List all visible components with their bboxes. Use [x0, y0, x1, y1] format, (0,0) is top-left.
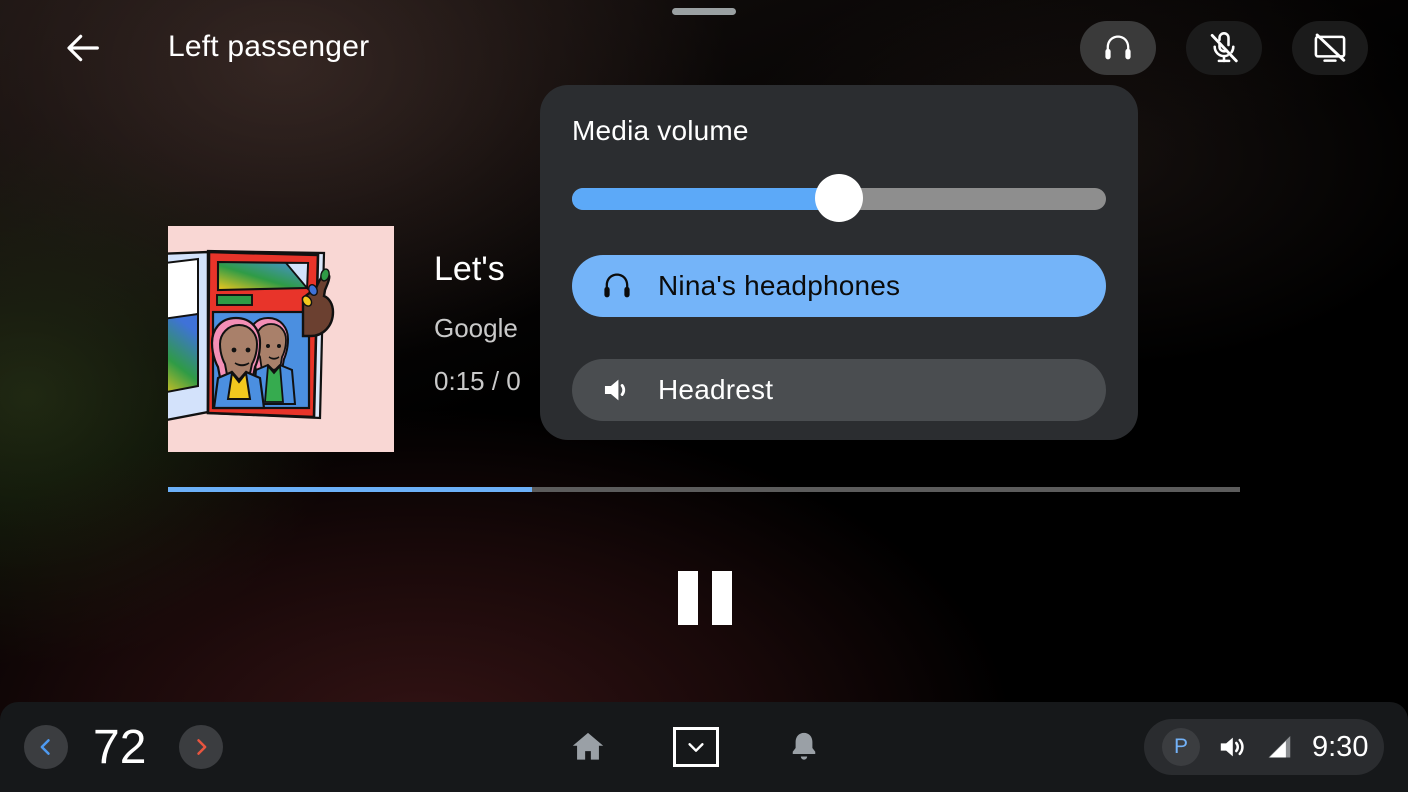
nav-notifications-button[interactable]: [781, 724, 827, 770]
screen-off-icon: [1312, 30, 1348, 66]
pause-icon-bar-left: [678, 571, 698, 625]
device-option-headrest[interactable]: Headrest: [572, 359, 1106, 421]
album-art: [168, 226, 394, 452]
pause-icon-bar-right: [712, 571, 732, 625]
media-progress-fill: [168, 487, 533, 492]
headphones-toggle-button[interactable]: [1080, 21, 1156, 75]
top-bar: Left passenger: [0, 0, 1408, 96]
track-time: 0:15 / 0: [434, 365, 521, 396]
media-volume-slider[interactable]: [572, 174, 1106, 222]
mic-off-icon: [1206, 30, 1242, 66]
arrow-left-icon: [64, 28, 104, 68]
album-art-illustration: [168, 226, 394, 452]
media-info: Let's Google 0:15 / 0: [434, 248, 554, 397]
pause-button[interactable]: [650, 548, 760, 648]
nav-home-button[interactable]: [565, 724, 611, 770]
home-icon: [569, 728, 607, 766]
device-label: Nina's headphones: [658, 270, 901, 301]
headphones-icon: [600, 269, 634, 303]
bottom-nav-bar: 72 P 9:30: [0, 702, 1408, 792]
track-artist: Google: [434, 312, 518, 343]
track-title: Let's: [434, 250, 505, 288]
back-button[interactable]: [58, 24, 110, 72]
signal-icon: [1264, 732, 1294, 762]
device-label: Headrest: [658, 374, 774, 405]
page-title: Left passenger: [168, 30, 370, 63]
slider-fill: [572, 188, 839, 210]
slider-thumb[interactable]: [815, 174, 863, 222]
headphones-icon: [1101, 31, 1135, 65]
screen-off-button[interactable]: [1292, 21, 1368, 75]
temperature-value: 72: [93, 721, 147, 774]
clock: 9:30: [1312, 730, 1369, 763]
temperature-decrease-button[interactable]: [24, 725, 68, 769]
status-cluster[interactable]: P 9:30: [1144, 719, 1384, 775]
bell-icon: [786, 729, 822, 765]
panel-title: Media volume: [572, 115, 749, 146]
chevron-right-icon: [191, 737, 211, 757]
chevron-left-icon: [36, 737, 56, 757]
temperature-increase-button[interactable]: [179, 725, 223, 769]
chevron-down-icon: [685, 736, 707, 758]
media-progress-bar[interactable]: [168, 487, 1240, 492]
device-option-nina-headphones[interactable]: Nina's headphones: [572, 255, 1106, 317]
volume-icon[interactable]: [1216, 731, 1248, 763]
nav-apps-button[interactable]: [673, 727, 719, 767]
speaker-icon: [600, 373, 634, 407]
microphone-off-button[interactable]: [1186, 21, 1262, 75]
gear-indicator-badge: P: [1162, 728, 1200, 766]
